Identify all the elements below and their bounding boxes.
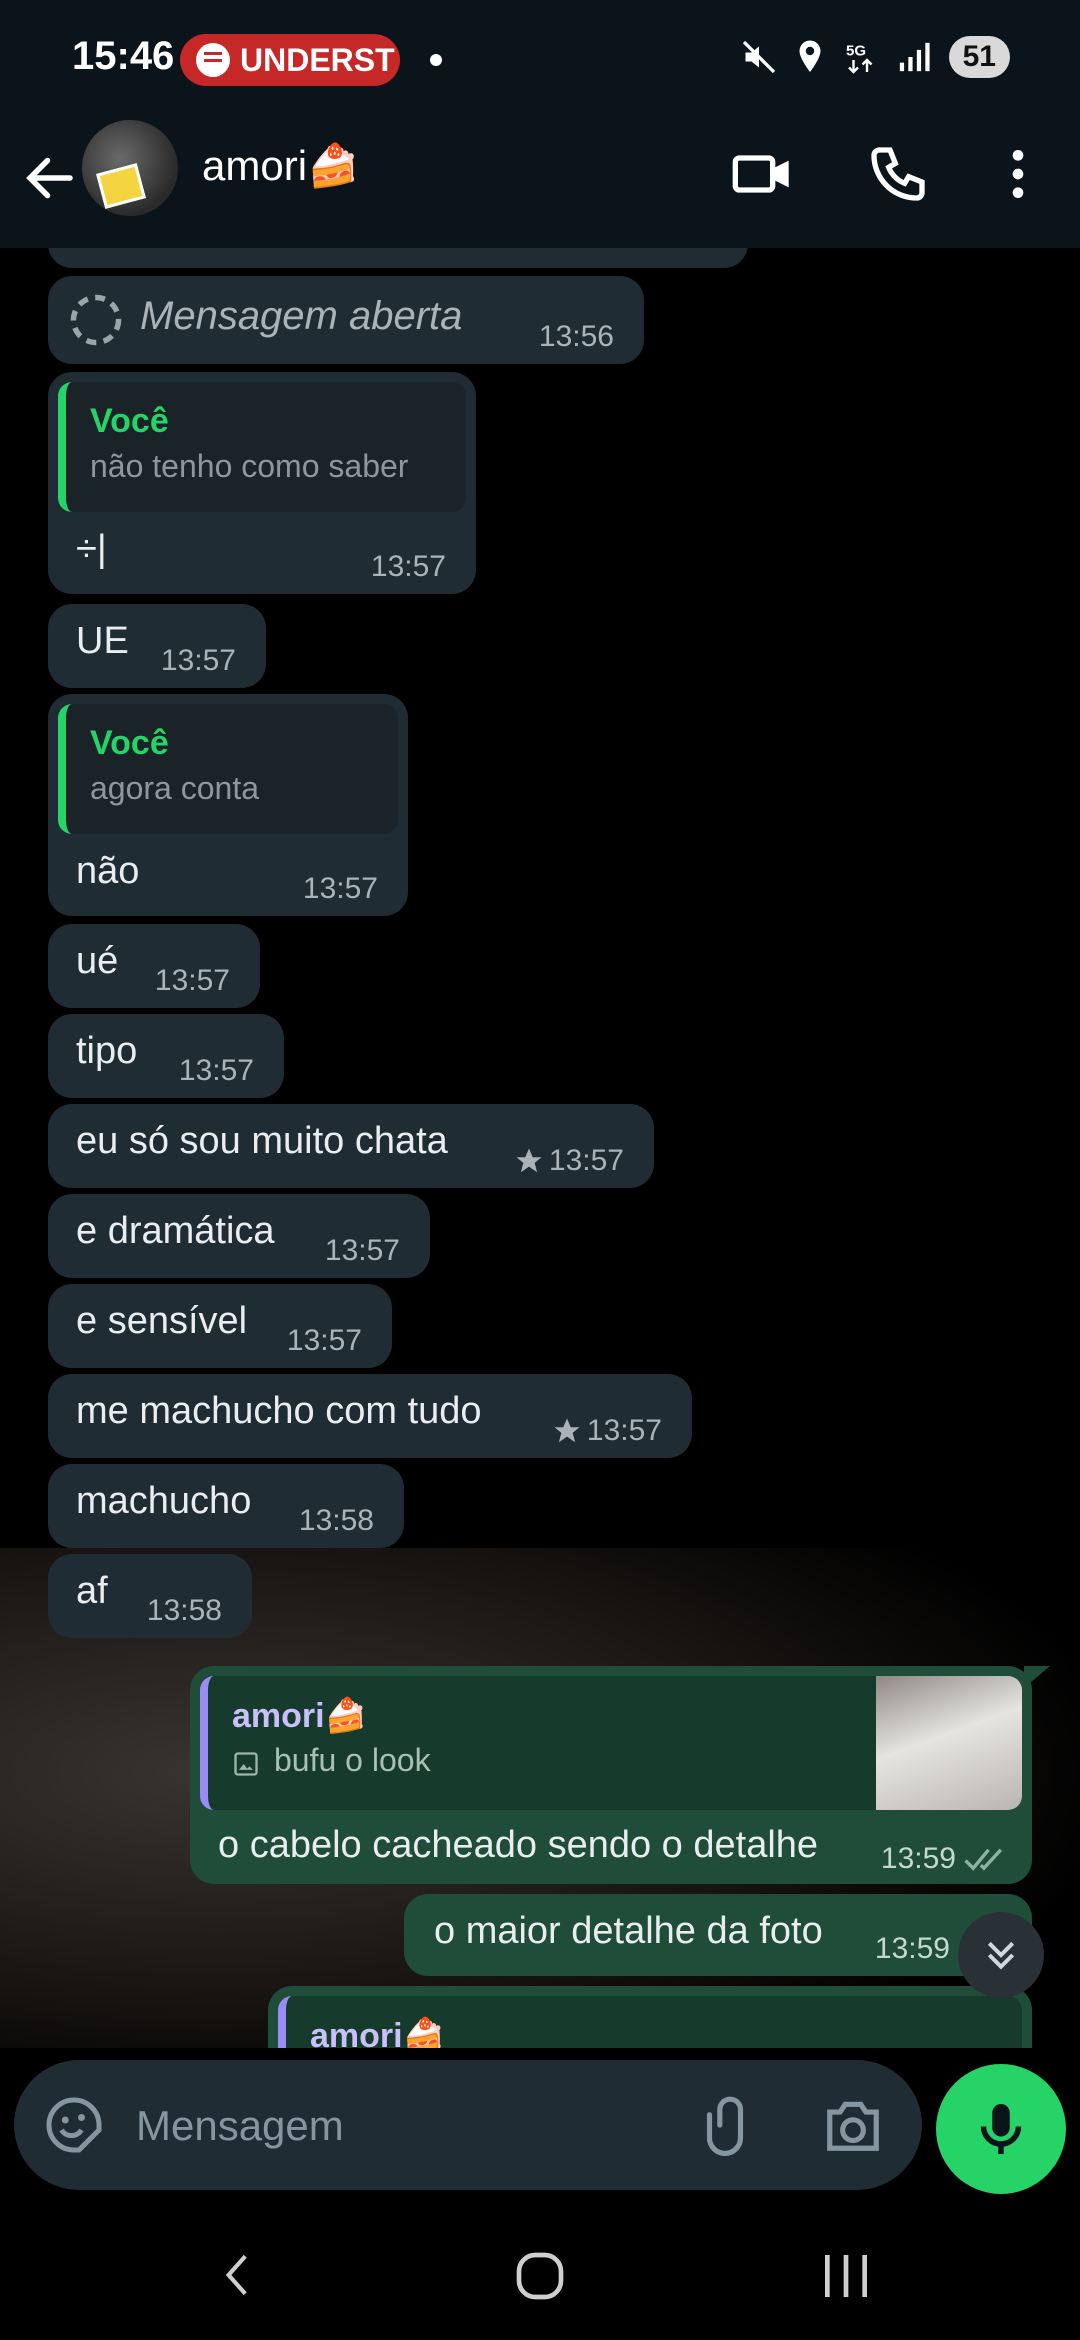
message-text: e dramática [76, 1210, 275, 1252]
message-list[interactable]: Mensagem aberta 13:56 Você não tenho com… [0, 248, 1080, 2048]
message-time: 13:57 [548, 1144, 624, 1177]
message-time: 13:57 [160, 644, 236, 677]
nav-recents-icon[interactable] [818, 2250, 874, 2302]
message-time: 13:57 [324, 1234, 400, 1267]
system-nav-bar [0, 2204, 1080, 2340]
scroll-to-bottom-button[interactable] [958, 1912, 1044, 1998]
svg-text:5G: 5G [846, 43, 866, 60]
message-bubble[interactable]: Mensagem aberta 13:56 [48, 276, 644, 364]
double-check-icon [964, 1848, 1003, 1871]
quote-text: não tenho como saber [90, 448, 409, 484]
message-time: 13:57 [154, 964, 230, 997]
voice-call-icon[interactable] [866, 142, 930, 206]
message-time: 13:59 [874, 1932, 950, 1965]
quoted-message[interactable]: Você não tenho como saber [58, 382, 466, 512]
message-bubble[interactable]: me machucho com tudo 13:57 [48, 1374, 692, 1458]
nav-back-icon[interactable] [214, 2250, 264, 2300]
message-bubble[interactable]: Você agora conta não 13:57 [48, 694, 408, 916]
quoted-photo-thumbnail [876, 1676, 1022, 1810]
notification-dot-icon [430, 54, 442, 66]
sticker-emoji-icon[interactable] [44, 2095, 104, 2155]
chat-header: amori🍰 [0, 120, 1080, 249]
message-bubble[interactable]: af 13:58 [48, 1554, 252, 1638]
message-input[interactable]: Mensagem [136, 2102, 344, 2150]
more-options-icon[interactable] [986, 142, 1050, 206]
message-bubble[interactable]: ué 13:57 [48, 924, 260, 1008]
message-text: o cabelo cacheado sendo o detalhe [218, 1824, 819, 1866]
message-bubble[interactable]: Você não tenho como saber ÷| 13:57 [48, 372, 476, 594]
status-icons: 5G 51 [741, 36, 1010, 78]
now-playing-pill[interactable]: UNDERST [180, 34, 400, 86]
signal-icon [899, 42, 930, 72]
quoted-message[interactable]: amori🍰 [278, 1996, 1022, 2048]
quote-text: agora conta [90, 770, 260, 806]
message-bubble[interactable]: UE 13:57 [48, 604, 266, 688]
quote-author: amori🍰 [232, 1697, 367, 1735]
status-time: 15:46 [72, 34, 175, 78]
view-once-icon [70, 294, 122, 346]
message-time: 13:58 [146, 1594, 222, 1627]
quote-author: Você [90, 402, 169, 440]
message-composer[interactable]: Mensagem [14, 2060, 922, 2190]
quoted-message[interactable]: amori🍰 bufu o look [200, 1676, 1022, 1810]
message-text: ÷| [76, 528, 107, 570]
message-text: eu só sou muito chata [76, 1120, 448, 1162]
voice-message-button[interactable] [936, 2064, 1066, 2194]
message-bubble[interactable]: eu só sou muito chata 13:57 [48, 1104, 654, 1188]
location-icon [799, 40, 821, 72]
bubble-tail [1024, 1666, 1050, 1688]
message-bubble[interactable]: machucho 13:58 [48, 1464, 404, 1548]
message-bubble[interactable]: e dramática 13:57 [48, 1194, 430, 1278]
message-time: 13:56 [538, 320, 614, 353]
spotify-icon [196, 43, 230, 77]
message-text: o maior detalhe da foto [434, 1910, 823, 1952]
message-time: 13:57 [370, 550, 446, 583]
message-text: UE [76, 620, 129, 662]
now-playing-label: UNDERST [240, 41, 395, 78]
avatar[interactable] [82, 120, 178, 216]
image-icon [234, 1752, 258, 1776]
mute-icon [742, 40, 775, 74]
message-bubble[interactable]: tipo 13:57 [48, 1014, 284, 1098]
camera-icon[interactable] [822, 2096, 884, 2154]
message-time: 13:57 [302, 872, 378, 905]
outgoing-message-bubble[interactable]: amori🍰 [268, 1986, 1032, 2048]
message-text: af [76, 1570, 108, 1612]
star-icon [554, 1418, 580, 1443]
quote-author: amori🍰 [310, 2017, 445, 2048]
double-chevron-down-icon [987, 1941, 1015, 1970]
battery-indicator: 51 [948, 36, 1010, 78]
message-text: Mensagem aberta [140, 294, 463, 338]
message-text: tipo [76, 1030, 138, 1072]
attach-paperclip-icon[interactable] [694, 2094, 756, 2156]
back-arrow-icon[interactable] [20, 148, 80, 208]
message-time: 13:57 [286, 1324, 362, 1357]
5g-icon: 5G [846, 43, 872, 74]
message-text: machucho [76, 1480, 252, 1522]
message-bubble[interactable]: e sensível 13:57 [48, 1284, 392, 1368]
status-bar: 15:46 UNDERST 5G 51 [0, 0, 1080, 120]
outgoing-message-bubble[interactable]: amori🍰 bufu o look o cabelo cacheado sen… [190, 1666, 1050, 1884]
message-time: 13:58 [298, 1504, 374, 1537]
contact-name[interactable]: amori🍰 [202, 142, 359, 191]
message-text: ué [76, 940, 119, 982]
video-call-icon[interactable] [730, 142, 794, 206]
star-icon [516, 1148, 542, 1173]
message-time: 13:59 [880, 1842, 956, 1875]
nav-home-icon[interactable] [512, 2248, 568, 2304]
outgoing-message-bubble[interactable]: o maior detalhe da foto 13:59 [404, 1894, 1032, 1976]
quoted-message[interactable]: Você agora conta [58, 704, 398, 834]
message-text: não [76, 850, 140, 892]
message-time: 13:57 [178, 1054, 254, 1087]
quote-author: Você [90, 724, 169, 762]
message-text: me machucho com tudo [76, 1390, 482, 1432]
message-text: e sensível [76, 1300, 248, 1342]
message-bubble[interactable] [48, 248, 748, 268]
quote-text: bufu o look [274, 1742, 431, 1778]
microphone-icon [980, 2104, 1022, 2154]
message-time: 13:57 [586, 1414, 662, 1447]
